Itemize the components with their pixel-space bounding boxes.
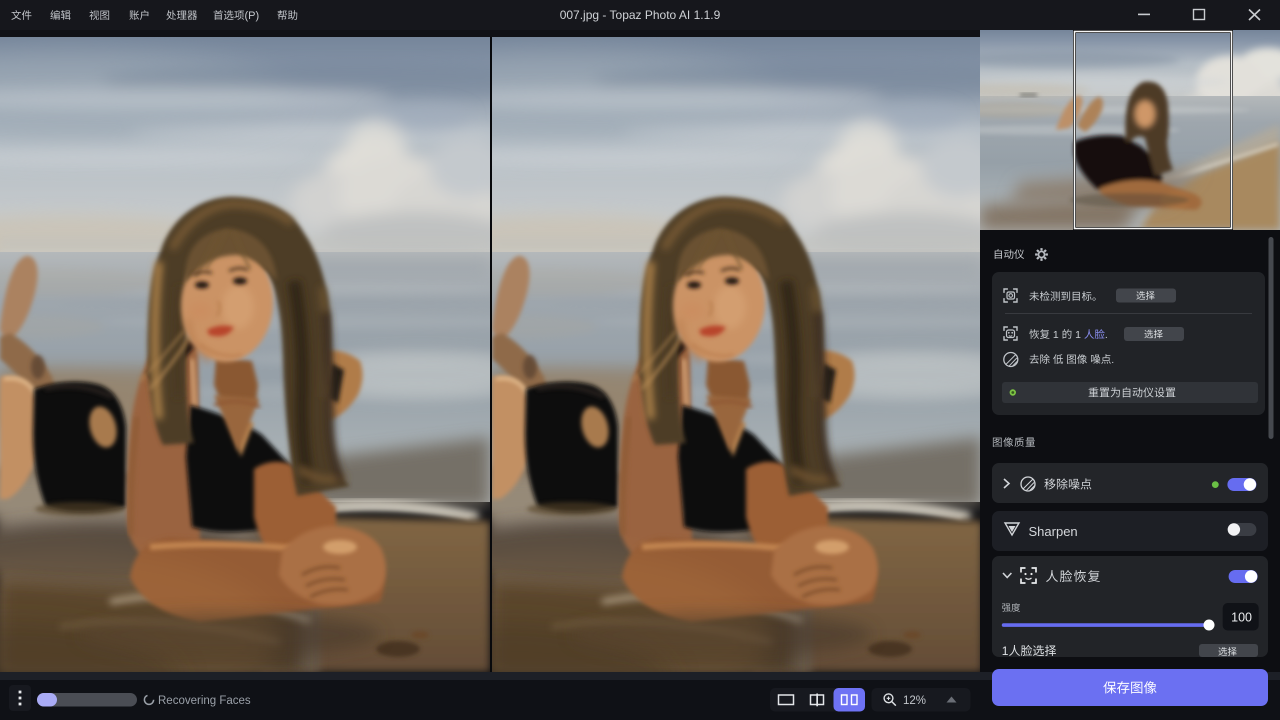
- svg-text:(P): (P): [245, 10, 260, 22]
- svg-text:.: .: [1111, 354, 1114, 366]
- svg-text:Recovering Faces: Recovering Faces: [158, 695, 251, 707]
- svg-text:.: .: [1105, 329, 1108, 341]
- svg-text:100: 100: [1231, 611, 1252, 625]
- svg-text:1: 1: [1075, 329, 1081, 341]
- svg-text:Sharpen: Sharpen: [1029, 524, 1078, 539]
- svg-text:1: 1: [1053, 329, 1059, 341]
- svg-text:1: 1: [1002, 644, 1009, 658]
- svg-text:007.jpg - Topaz Photo AI 1.1.9: 007.jpg - Topaz Photo AI 1.1.9: [560, 8, 721, 22]
- svg-text:12%: 12%: [903, 695, 926, 707]
